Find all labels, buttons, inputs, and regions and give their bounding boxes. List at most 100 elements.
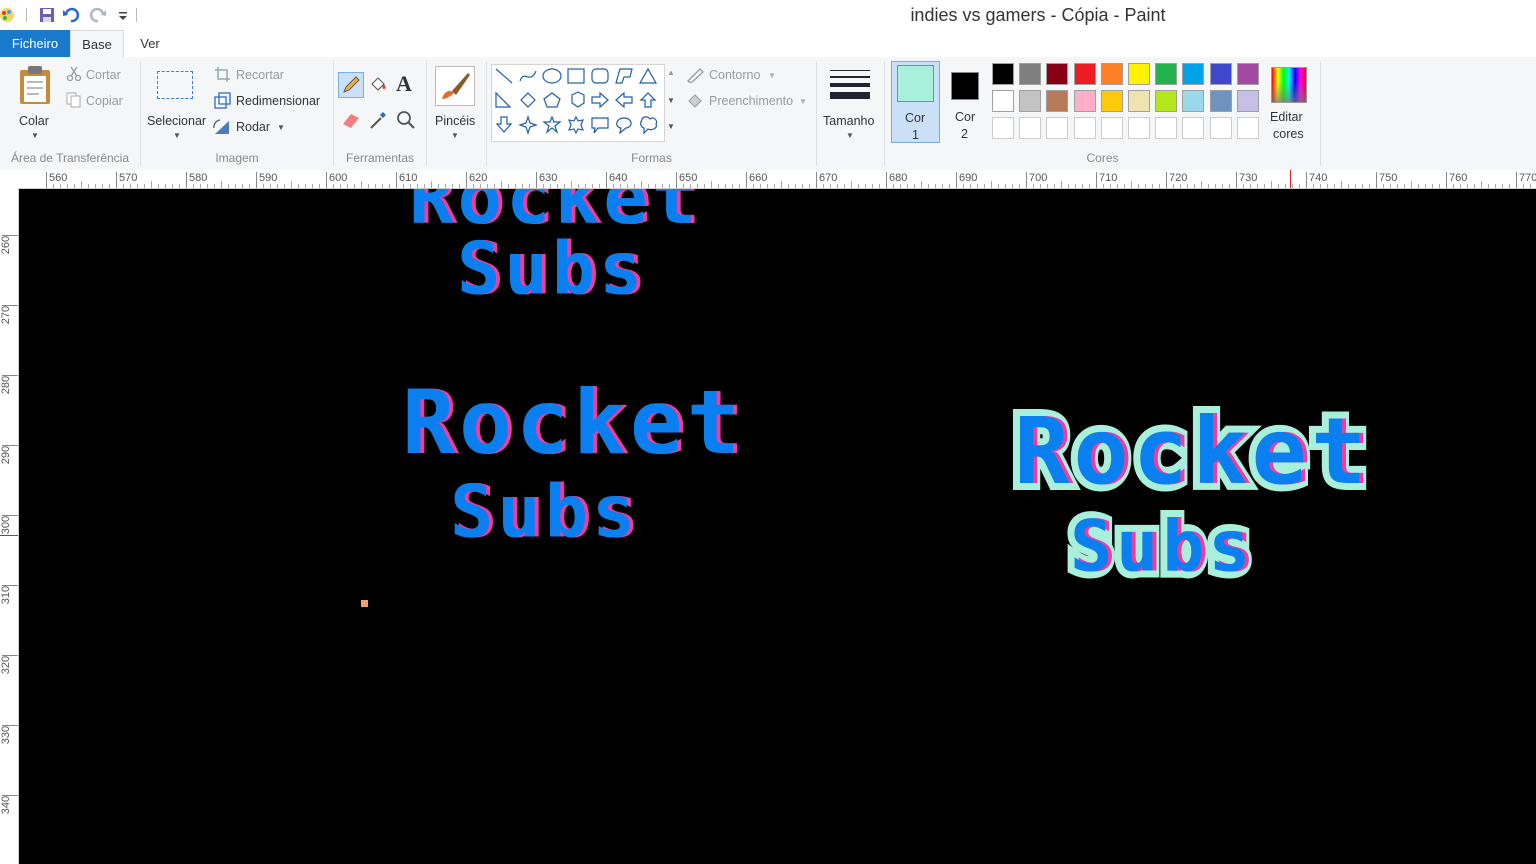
scroll-up-icon[interactable]: ▲ xyxy=(667,68,675,77)
ruler-minor-tick xyxy=(200,184,201,188)
polygon-shape-icon xyxy=(615,68,633,84)
pencil-tool-button[interactable] xyxy=(338,72,364,98)
fill-bucket-icon[interactable] xyxy=(367,74,389,96)
custom-color-slot[interactable] xyxy=(1126,115,1152,141)
select-button[interactable]: Selecionar ▼ xyxy=(145,61,209,141)
size-button[interactable]: Tamanho ▼ xyxy=(820,61,880,141)
ruler-label: 280 xyxy=(0,375,12,395)
selection-rect-icon xyxy=(157,71,193,99)
custom-color-slot[interactable] xyxy=(990,115,1016,141)
drawing-canvas[interactable]: Rocket Rocket Subs Subs Rocket Rocket Subs Subs… xyxy=(19,189,1536,864)
custom-color-slot[interactable] xyxy=(1099,115,1125,141)
copy-button[interactable]: Copiar xyxy=(86,94,123,108)
custom-color-slot[interactable] xyxy=(1235,115,1261,141)
scroll-down-icon[interactable]: ▼ xyxy=(667,96,675,105)
fill-button[interactable]: Preenchimento xyxy=(709,94,793,108)
tab-home[interactable]: Base xyxy=(70,30,124,58)
ruler-minor-tick xyxy=(403,184,404,188)
ruler-label: 340 xyxy=(0,795,12,815)
brushes-button[interactable]: Pincéis ▼ xyxy=(431,61,479,141)
custom-color-slot[interactable] xyxy=(1153,115,1179,141)
palette-swatch[interactable] xyxy=(1153,88,1179,114)
palette-swatch[interactable] xyxy=(1235,88,1261,114)
outline-button[interactable]: Contorno xyxy=(709,68,760,82)
color1-button[interactable]: Cor 1 xyxy=(891,61,940,143)
tab-file[interactable]: Ficheiro xyxy=(0,30,70,57)
ruler-label: 560 xyxy=(49,172,68,184)
palette-swatch[interactable] xyxy=(1099,61,1125,87)
expand-gallery-icon[interactable]: ▼ xyxy=(667,122,675,131)
palette-swatch[interactable] xyxy=(1153,61,1179,87)
ruler-minor-tick xyxy=(858,184,859,188)
down-arrow-shape-icon xyxy=(495,116,513,133)
palette-swatch[interactable] xyxy=(1017,88,1043,114)
ruler-tick xyxy=(746,172,747,188)
ruler-minor-tick xyxy=(277,184,278,188)
ruler-minor-tick xyxy=(1432,184,1433,188)
ruler-minor-tick xyxy=(1404,184,1405,188)
text-tool-icon[interactable]: A xyxy=(396,71,412,97)
swatch-color xyxy=(1209,117,1232,139)
ruler-tick xyxy=(1306,172,1307,188)
custom-color-slot[interactable] xyxy=(1072,115,1098,141)
ruler-minor-tick xyxy=(914,184,915,188)
color-picker-icon[interactable] xyxy=(367,109,389,131)
custom-color-slot[interactable] xyxy=(1180,115,1206,141)
ruler-minor-tick xyxy=(452,184,453,188)
ruler-minor-tick xyxy=(228,184,229,188)
ruler-minor-tick xyxy=(1390,184,1391,188)
ruler-minor-tick xyxy=(893,184,894,188)
ruler-minor-tick xyxy=(1523,184,1524,188)
palette-swatch[interactable] xyxy=(1126,88,1152,114)
palette-swatch[interactable] xyxy=(1208,88,1234,114)
ruler-minor-tick xyxy=(410,184,411,188)
ruler-minor-tick xyxy=(137,184,138,188)
palette-swatch[interactable] xyxy=(1072,61,1098,87)
ruler-minor-tick xyxy=(431,181,432,188)
palette-swatch[interactable] xyxy=(1235,61,1261,87)
ruler-tick xyxy=(1236,172,1237,188)
palette-swatch[interactable] xyxy=(1099,88,1125,114)
palette-swatch[interactable] xyxy=(990,88,1016,114)
paste-label: Colar xyxy=(19,114,49,128)
palette-swatch[interactable] xyxy=(1180,61,1206,87)
ruler-minor-tick xyxy=(88,184,89,188)
ruler-minor-tick xyxy=(809,184,810,188)
palette-swatch[interactable] xyxy=(1072,88,1098,114)
palette-swatch[interactable] xyxy=(1044,61,1070,87)
ruler-minor-tick xyxy=(1334,184,1335,188)
palette-swatch[interactable] xyxy=(1126,61,1152,87)
crop-button[interactable]: Recortar xyxy=(236,68,284,82)
palette-swatch[interactable] xyxy=(1208,61,1234,87)
cut-button[interactable]: Cortar xyxy=(86,68,121,82)
paste-button[interactable]: Colar ▼ xyxy=(8,61,60,141)
magnifier-icon[interactable] xyxy=(395,109,417,131)
palette-swatch[interactable] xyxy=(1180,88,1206,114)
rotate-button[interactable]: Rodar xyxy=(236,120,270,134)
chevron-down-icon: ▼ xyxy=(173,131,181,140)
ruler-minor-tick xyxy=(613,184,614,188)
palette-swatch[interactable] xyxy=(1044,88,1070,114)
chevron-down-icon: ▼ xyxy=(846,131,854,140)
custom-color-slot[interactable] xyxy=(1208,115,1234,141)
ruler-minor-tick xyxy=(1138,184,1139,188)
custom-color-slot[interactable] xyxy=(1044,115,1070,141)
shapes-scroll[interactable]: ▲ ▼ ▼ xyxy=(664,64,678,140)
palette-swatch[interactable] xyxy=(990,61,1016,87)
resize-button[interactable]: Redimensionar xyxy=(236,94,320,108)
ruler-minor-tick xyxy=(1488,184,1489,188)
color2-button[interactable]: Cor 2 xyxy=(944,61,986,143)
custom-color-slot[interactable] xyxy=(1017,115,1043,141)
palette-swatch[interactable] xyxy=(1017,61,1043,87)
ruler-minor-tick xyxy=(1474,184,1475,188)
eraser-icon[interactable] xyxy=(339,109,363,131)
pentagon-shape-icon xyxy=(543,92,561,108)
ribbon: Colar ▼ Cortar Copiar Área de Transferên… xyxy=(0,57,1536,171)
logo-text: Subs xyxy=(1070,505,1255,587)
tab-view[interactable]: Ver xyxy=(128,30,172,57)
ruler-minor-tick xyxy=(53,184,54,188)
ruler-minor-tick xyxy=(564,184,565,188)
edit-colors-button[interactable]: Editar cores xyxy=(1266,61,1312,143)
ruler-minor-tick xyxy=(900,184,901,188)
ruler-minor-tick xyxy=(1411,181,1412,188)
